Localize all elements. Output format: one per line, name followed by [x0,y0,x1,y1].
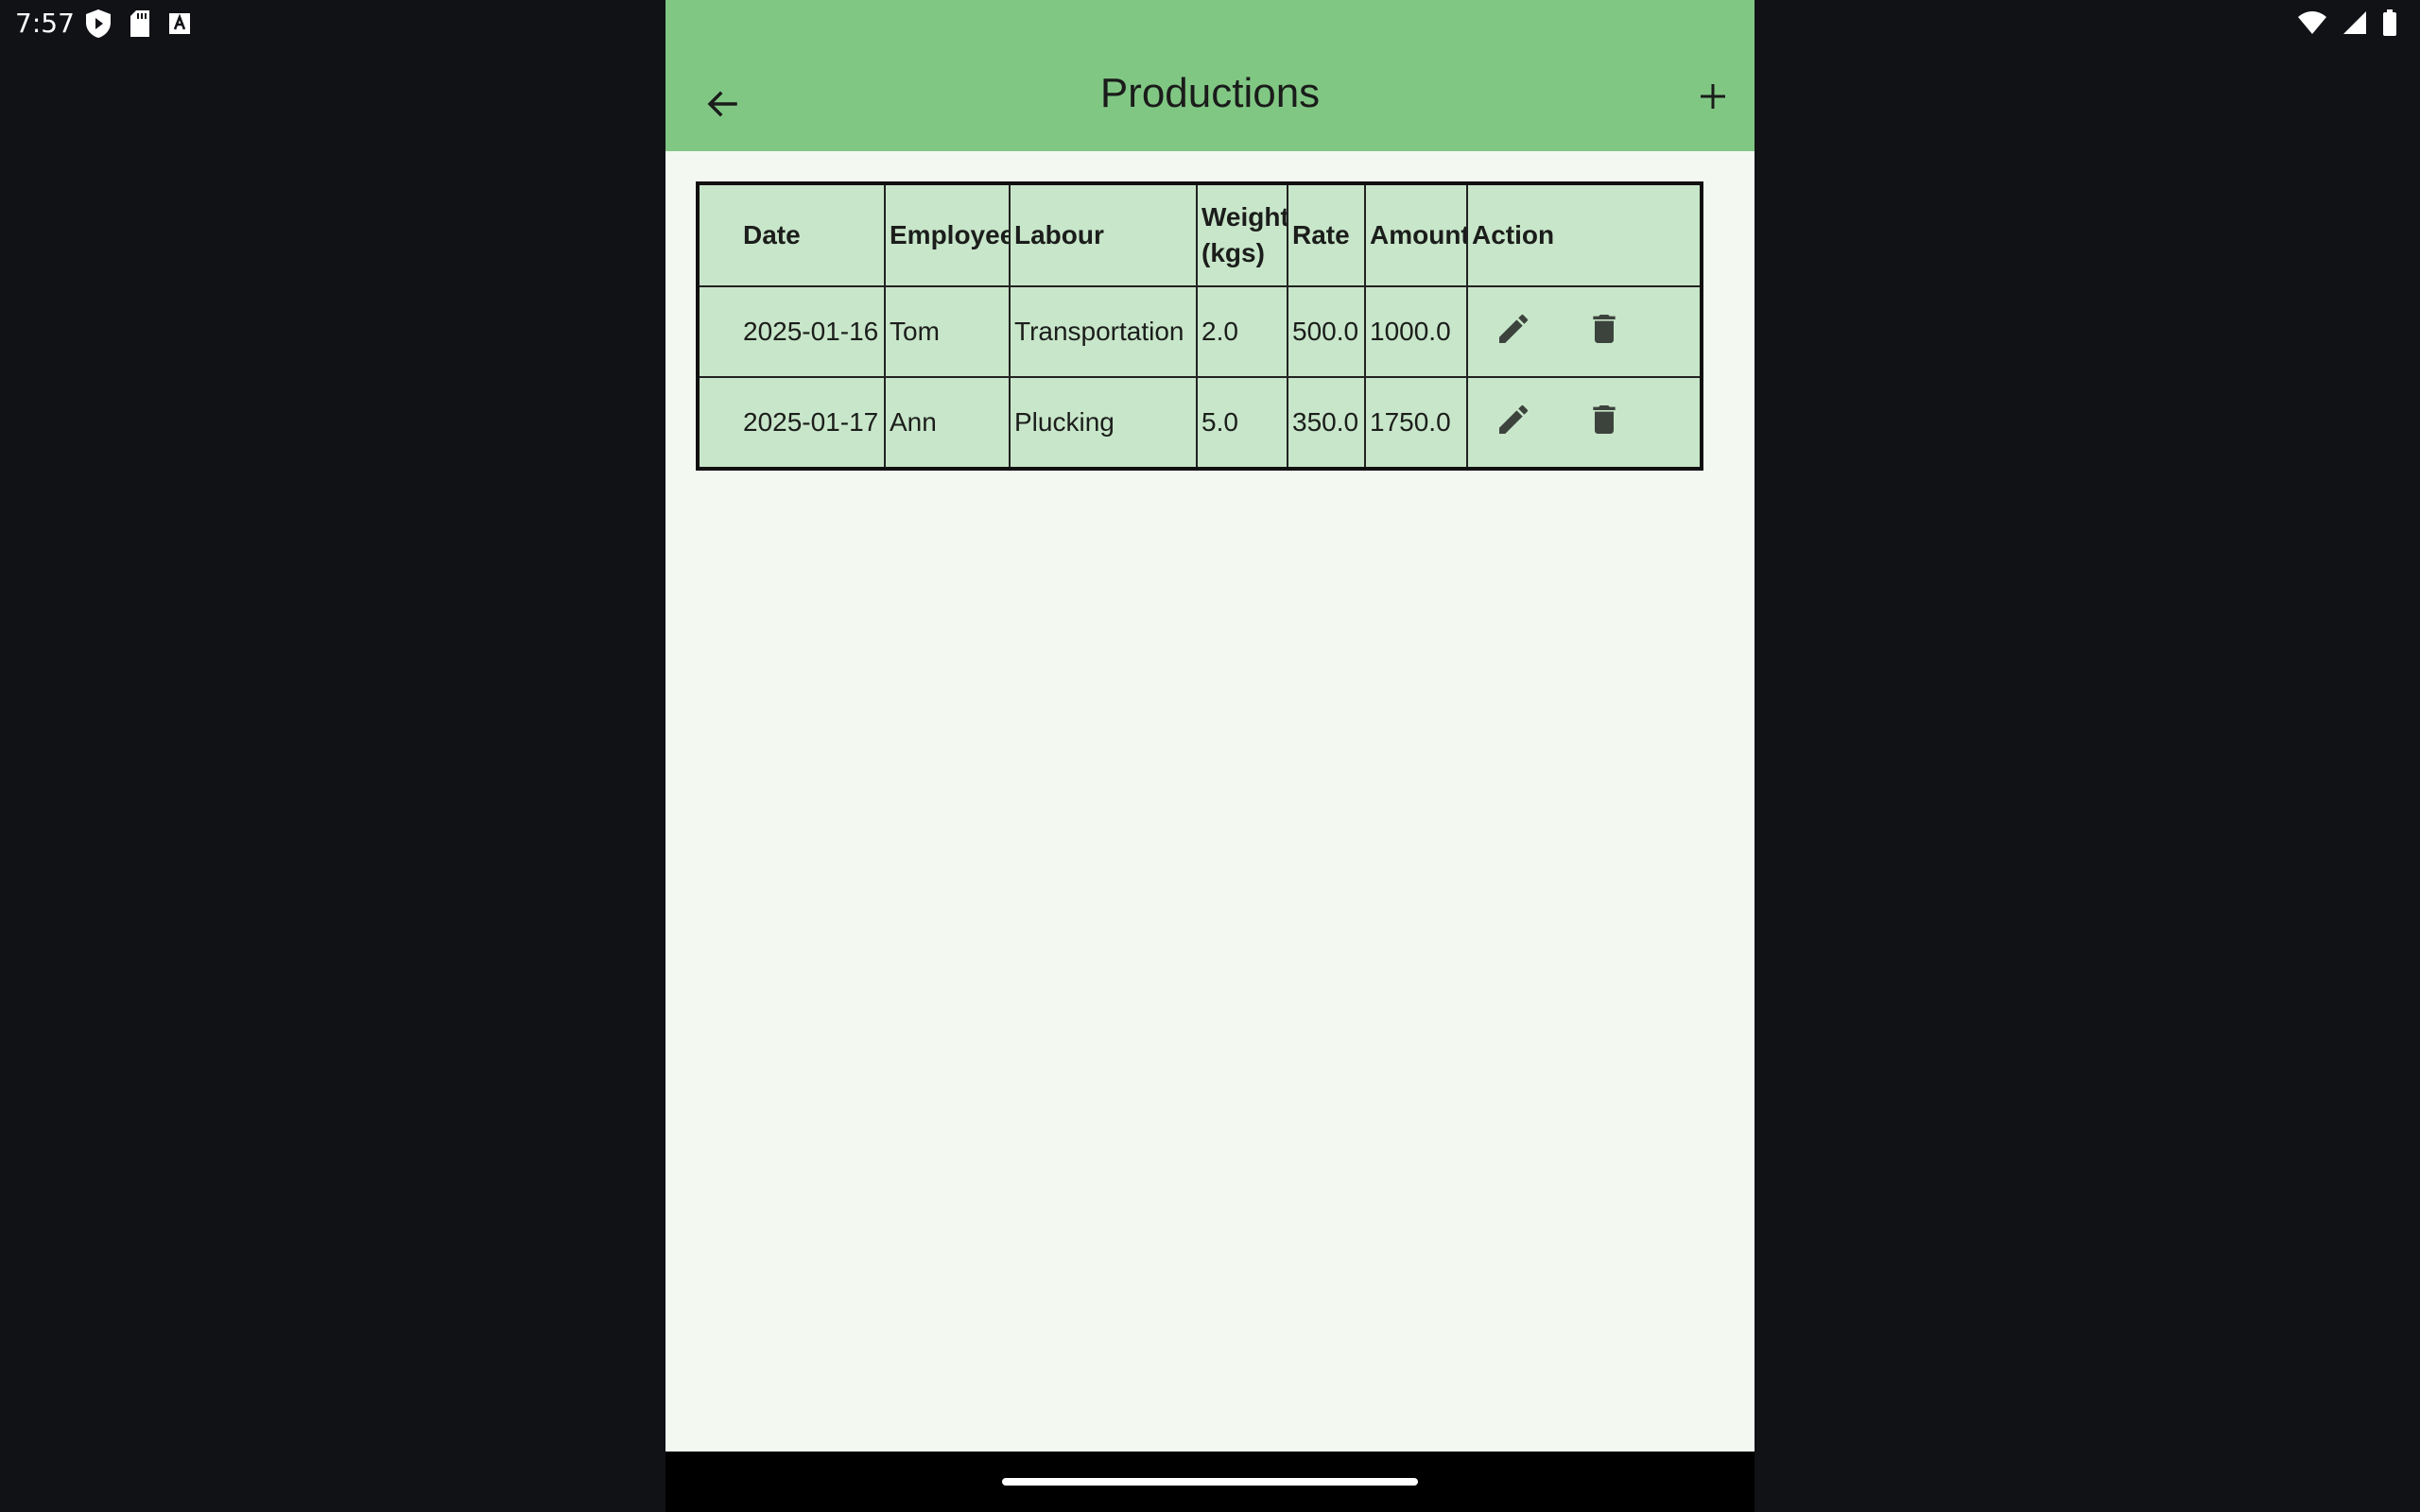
cell-date: 2025-01-16 [697,285,886,378]
cell-labour: Transportation [1009,285,1198,378]
plus-icon [1698,81,1728,116]
status-icons-left [85,9,191,43]
cell-labour: Plucking [1009,376,1198,470]
battery-icon [2382,9,2397,41]
cell-action [1466,376,1702,470]
cell-weight: 2.0 [1196,285,1288,378]
add-production-button[interactable] [1685,70,1741,127]
status-time: 7:57 [15,8,75,39]
cell-rate: 350.0 [1287,376,1366,470]
table-row: 2025-01-16 Tom Transportation 2.0 500.0 … [697,285,1702,378]
cell-action [1466,285,1702,378]
cell-rate: 500.0 [1287,285,1366,378]
productions-table: Date Employee Labour Weight (kgs) Rate A… [696,181,1703,471]
header-action: Action [1466,182,1702,287]
header-employee: Employee [884,182,1011,287]
header-amount: Amount [1364,182,1468,287]
signal-icon [2342,10,2367,40]
delete-icon [1585,310,1623,354]
productions-table-wrapper: Date Employee Labour Weight (kgs) Rate A… [696,181,1703,471]
app-screen: Productions Date Employee Labour Weight … [666,0,1754,1452]
edit-button[interactable] [1495,404,1532,441]
cell-employee: Ann [884,376,1011,470]
delete-button[interactable] [1585,404,1623,441]
app-bar: Productions [666,0,1754,151]
page-title: Productions [1099,70,1321,116]
cell-amount: 1750.0 [1364,376,1468,470]
status-icons-right [2297,9,2397,41]
edit-icon [1495,401,1532,445]
header-date: Date [697,182,886,287]
cell-employee: Tom [884,285,1011,378]
sd-card-icon [129,9,151,43]
edit-button[interactable] [1495,313,1532,351]
font-a-icon [168,12,191,40]
header-labour: Labour [1009,182,1198,287]
table-header-row: Date Employee Labour Weight (kgs) Rate A… [697,182,1702,287]
navigation-bar [666,1452,1754,1512]
cell-amount: 1000.0 [1364,285,1468,378]
cell-weight: 5.0 [1196,376,1288,470]
edit-icon [1495,310,1532,354]
wifi-icon [2297,10,2327,40]
delete-button[interactable] [1585,313,1623,351]
delete-icon [1585,401,1623,445]
cell-date: 2025-01-17 [697,376,886,470]
home-gesture-handle[interactable] [1002,1478,1418,1486]
table-row: 2025-01-17 Ann Plucking 5.0 350.0 1750.0 [697,376,1702,470]
header-weight: Weight (kgs) [1196,182,1288,287]
shield-play-icon [85,9,112,43]
header-rate: Rate [1287,182,1366,287]
